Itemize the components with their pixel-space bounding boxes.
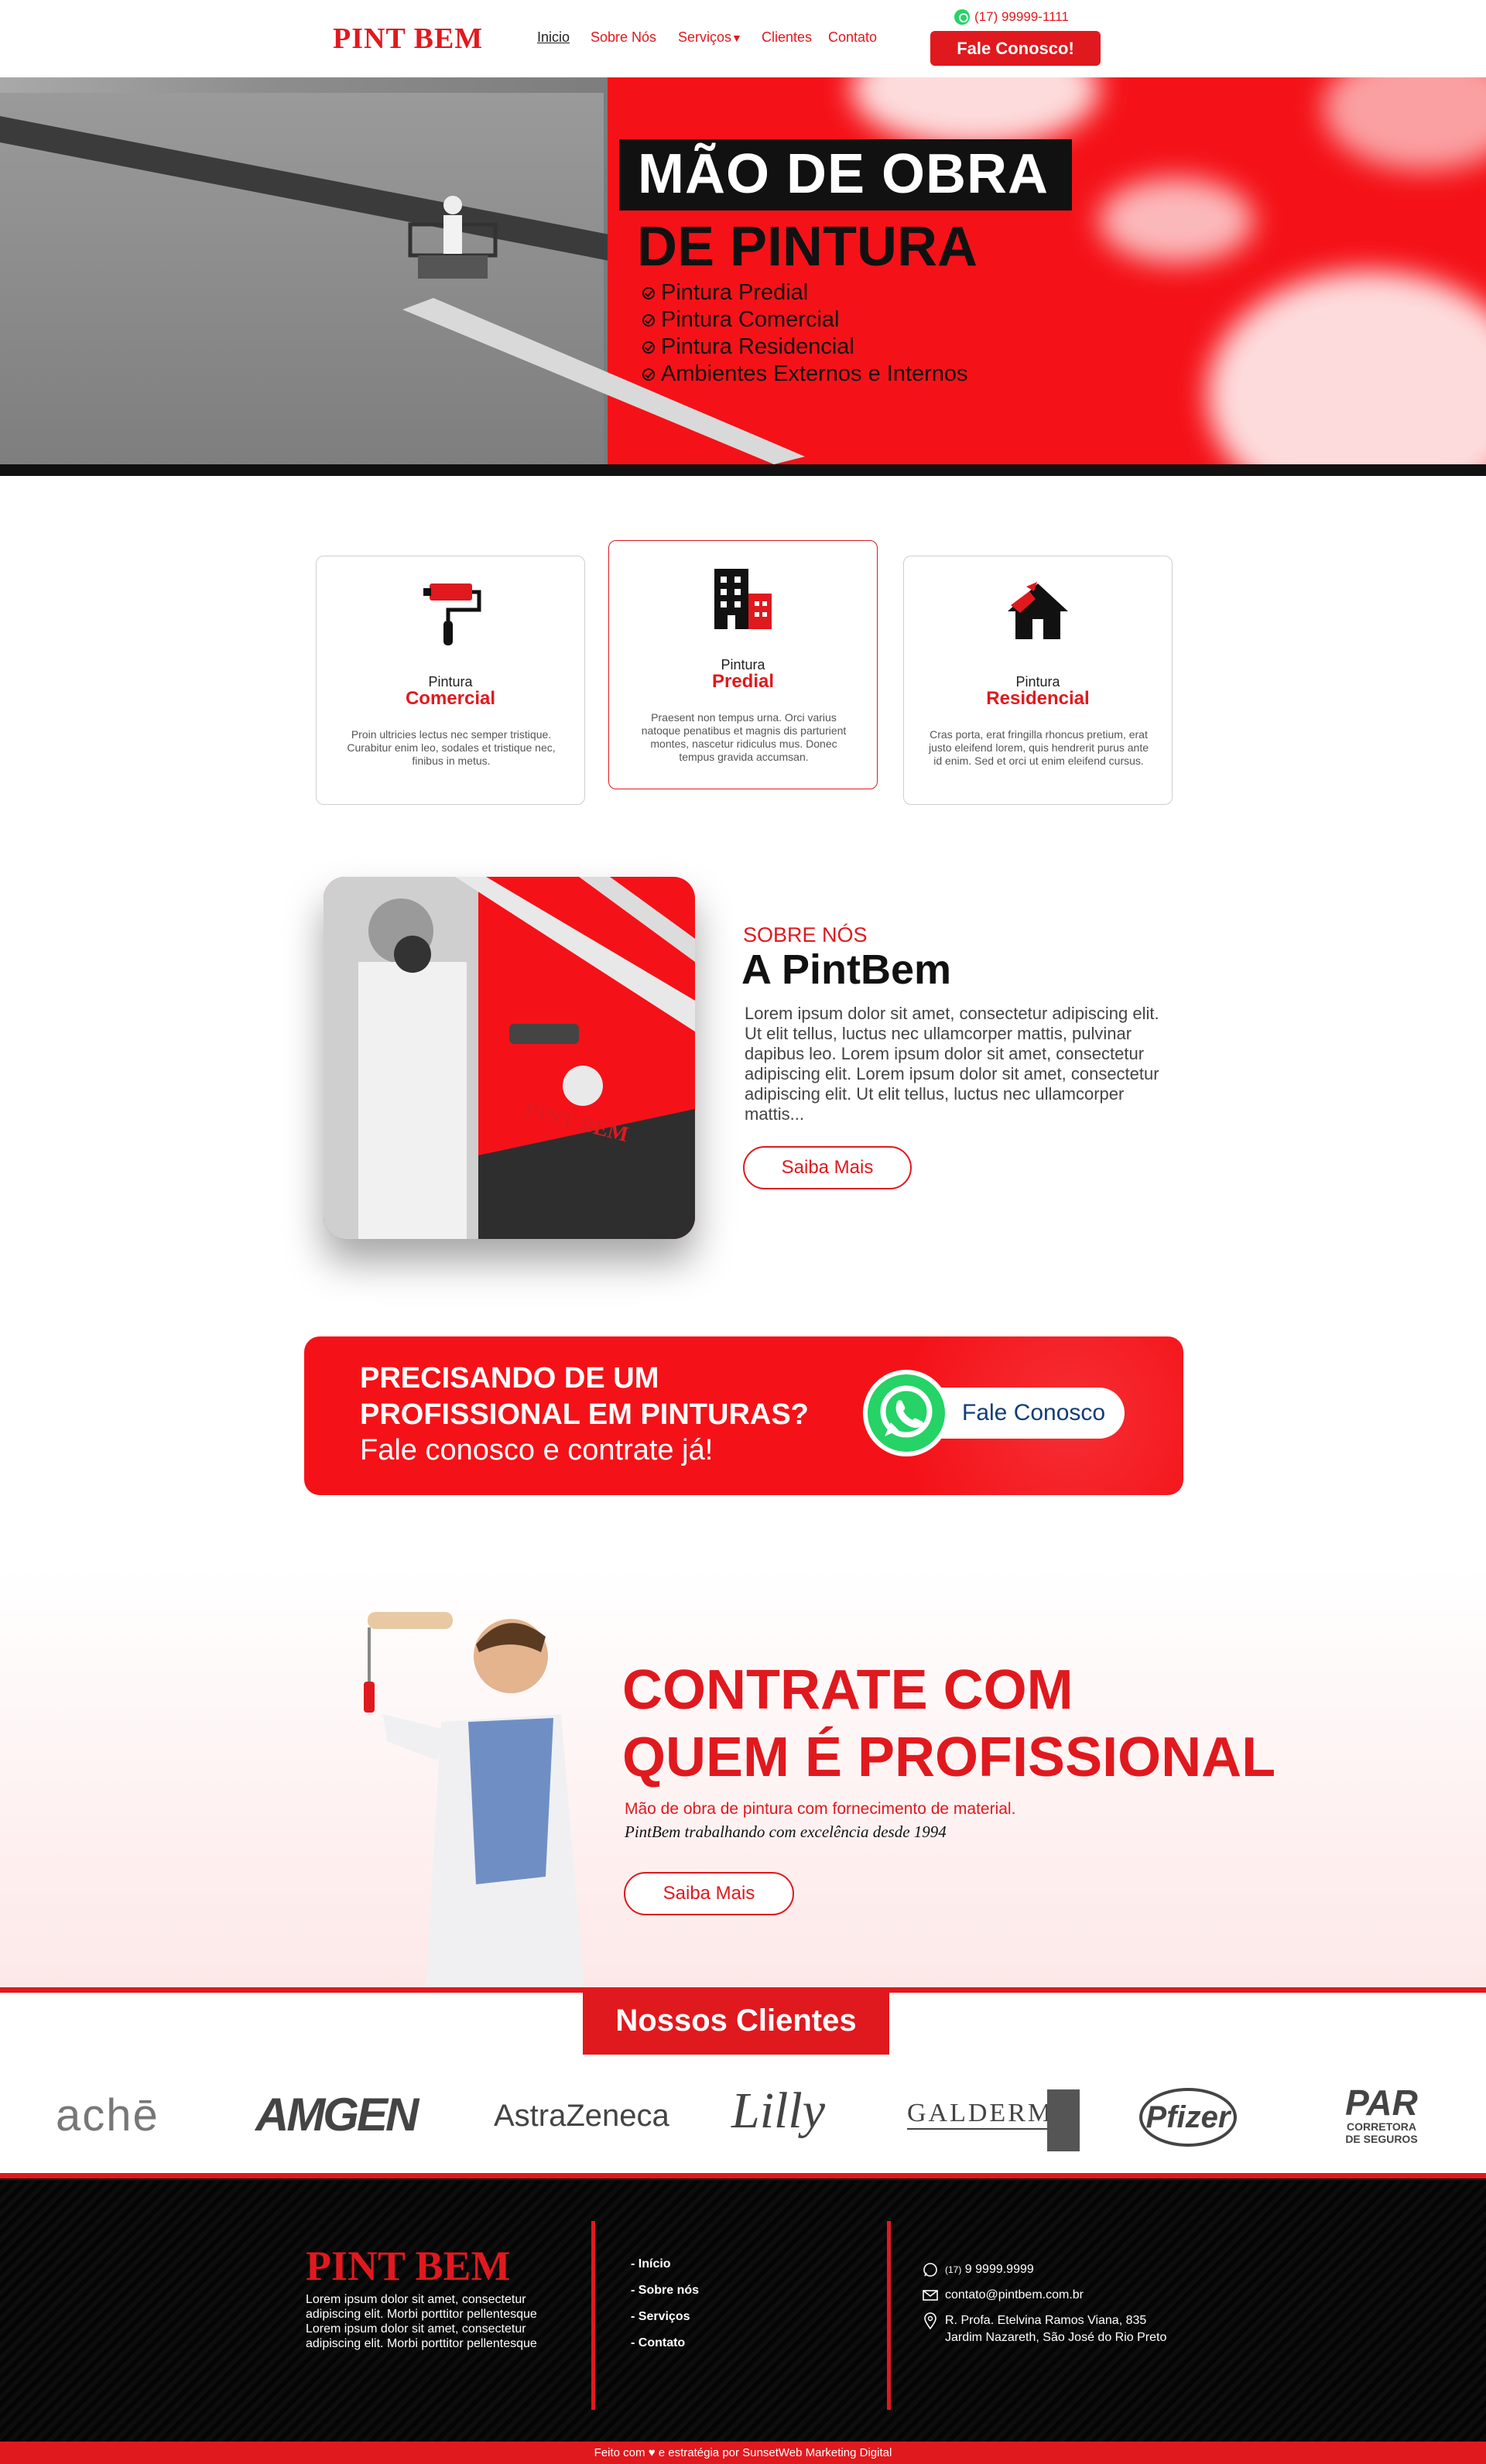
footer-address-line2: Jardim Nazareth, São José do Rio Preto [945,2331,1167,2344]
client-logo-pfizer: Pfizer [1139,2088,1237,2147]
service-card-comercial[interactable]: Pintura Comercial Proin ultricies lectus… [316,556,585,805]
hire-subtitle: Mão de obra de pintura com fornecimento … [625,1800,1016,1818]
check-icon [642,313,655,327]
footer-divider [591,2221,595,2410]
footer-address-line1: R. Profa. Etelvina Ramos Viana, 835 [945,2314,1147,2327]
nav-servicos[interactable]: Serviços▼ [678,29,742,46]
cta-line3: Fale conosco e contrate já! [360,1434,714,1466]
check-icon [642,286,655,299]
service-desc: Proin ultricies lectus nec semper tristi… [347,728,556,767]
hire-tagline: PintBem trabalhando com excelência desde… [625,1822,947,1841]
hero-item-label: Pintura Comercial [661,307,840,332]
check-icon [642,341,655,354]
service-card-residencial[interactable]: Pintura Residencial Cras porta, erat fri… [903,556,1173,805]
about-text: Lorem ipsum dolor sit amet, consectetur … [745,1004,1159,1124]
whatsapp-outline-icon [923,2263,937,2277]
house-icon [1008,582,1068,639]
hero-title-line1: MÃO DE OBRA [619,139,1072,210]
footer-top-border [0,2173,1486,2178]
nav-clientes[interactable]: Clientes [762,29,812,46]
whatsapp-icon [954,9,970,25]
hero-banner: MÃO DE OBRA DE PINTURA Pintura Predial P… [0,77,1486,464]
footer-email[interactable]: contato@pintbem.com.br [922,2287,1084,2304]
hero-divider [0,464,1486,476]
logo[interactable]: PINT BEM [333,22,483,56]
service-title: Residencial [986,688,1090,709]
building-icon [714,569,772,629]
clients-title: Nossos Clientes [583,1990,889,2055]
footer-link-sobre-nos[interactable]: - Sobre nós [631,2284,699,2298]
cta-line1: PRECISANDO DE UM [360,1362,659,1395]
header-phone-number: (17) 99999-1111 [974,9,1069,24]
footer-logo[interactable]: PINT BEM [306,2242,511,2290]
service-title: Predial [711,671,775,692]
about-title: A PintBem [741,946,952,993]
footer-email-text: contato@pintbem.com.br [945,2288,1084,2301]
nav-inicio[interactable]: Inicio [537,29,570,46]
painter-with-roller-illustration [364,1612,584,1990]
about-saiba-mais-button[interactable]: Saiba Mais [743,1146,912,1189]
hero-item-label: Pintura Residencial [661,334,854,359]
footer-divider [887,2221,891,2410]
galderma-mark-icon [1047,2089,1080,2151]
painter-illustration [324,877,695,1239]
nav-sobre-nos[interactable]: Sobre Nós [591,29,656,46]
footer-phone-number: 9 9999.9999 [964,2263,1034,2276]
client-logo-par: PAR CORRETORA DE SEGUROS [1339,2085,1424,2145]
par-logo-text: PAR [1345,2082,1418,2123]
email-icon [923,2290,938,2301]
footer-phone[interactable]: (17) 9 9999.9999 [922,2261,1034,2278]
hire-saiba-mais-button[interactable]: Saiba Mais [624,1872,794,1915]
about-eyebrow: SOBRE NÓS [743,923,868,946]
service-desc: Praesent non tempus urna. Orci varius na… [641,711,847,763]
footer-text: Lorem ipsum dolor sit amet, consectetur … [306,2293,537,2350]
service-title: Comercial [405,688,496,709]
nav-servicos-label: Serviços [678,29,732,45]
cloud-decoration [1099,178,1254,263]
hire-title-line1: CONTRATE COM [622,1659,1073,1721]
cloud-decoration [851,77,1099,147]
cta-line2: PROFISSIONAL EM PINTURAS? [360,1398,809,1431]
chevron-down-icon: ▼ [731,32,742,44]
check-icon [642,368,655,381]
cloud-decoration [1207,271,1486,464]
hero-photo [0,77,805,464]
paint-roller-icon [423,583,481,645]
cta-button-label: Fale Conosco [962,1400,1106,1425]
footer-link-inicio[interactable]: - Início [631,2257,671,2271]
footer-phone-prefix: (17) [945,2264,962,2275]
hero-item: Ambientes Externos e Internos [642,361,968,387]
service-desc: Cras porta, erat fringilla rhoncus preti… [928,728,1149,767]
par-logo-sub2: DE SEGUROS [1345,2133,1418,2145]
service-card-predial[interactable]: Pintura Predial Praesent non tempus urna… [608,540,878,789]
site-header: PINT BEM Inicio Sobre Nós Serviços▼ Clie… [0,0,1486,77]
header-phone[interactable]: (17) 99999-1111 [954,9,1069,25]
cta-banner: PRECISANDO DE UM PROFISSIONAL EM PINTURA… [304,1336,1183,1495]
client-logo-amgen: AMGEN [255,2089,419,2141]
hero-title-line2: DE PINTURA [637,216,978,278]
hero-item: Pintura Predial [642,280,808,306]
client-logo-ache: achē [56,2090,159,2141]
hire-title-line2: QUEM É PROFISSIONAL [622,1727,1276,1788]
site-footer [0,2178,1486,2442]
whatsapp-icon[interactable] [863,1370,950,1456]
fale-conosco-button[interactable]: Fale Conosco! [930,31,1101,66]
hero-item: Pintura Residencial [642,334,854,360]
about-photo: PINT BEM [324,877,695,1239]
pfizer-logo-text: Pfizer [1145,2100,1231,2134]
footer-address: R. Profa. Etelvina Ramos Viana, 835 Jardi… [922,2312,1166,2346]
client-logo-astrazeneca: AstraZeneca [494,2099,669,2133]
credits-bar: Feito com ♥ e estratégia por SunsetWeb M… [0,2442,1486,2464]
hero-item-label: Ambientes Externos e Internos [661,361,968,386]
footer-link-servicos[interactable]: - Serviços [631,2310,690,2324]
client-logo-lilly: Lilly [731,2082,826,2139]
hero-item: Pintura Comercial [642,307,839,333]
par-logo-sub1: CORRETORA [1347,2120,1416,2133]
hero-item-label: Pintura Predial [661,280,809,305]
footer-link-contato[interactable]: - Contato [631,2336,685,2350]
location-pin-icon [924,2312,936,2329]
nav-contato[interactable]: Contato [828,29,877,46]
cloud-decoration [1323,77,1486,170]
